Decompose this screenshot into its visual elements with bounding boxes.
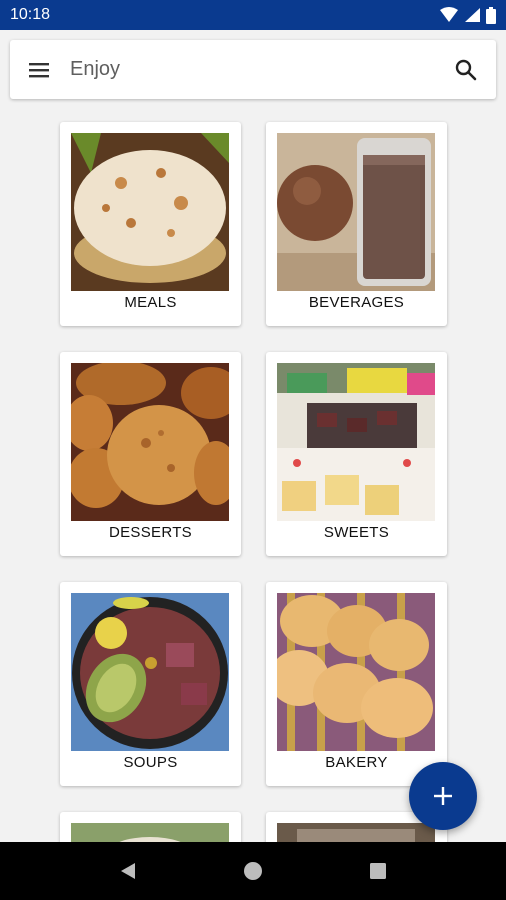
- meals-image: [71, 133, 229, 291]
- category-label: BAKERY: [325, 754, 388, 771]
- bakery-image: [277, 593, 435, 751]
- beverages-image: [277, 133, 435, 291]
- search-app-bar: Enjoy: [10, 40, 496, 99]
- category-card-soups[interactable]: SOUPS: [60, 582, 241, 786]
- category-label: MEALS: [124, 294, 177, 311]
- battery-icon: [486, 6, 496, 24]
- soups-image: [71, 593, 229, 751]
- category-card-bakery[interactable]: BAKERY: [266, 582, 447, 786]
- signal-icon: [465, 8, 480, 22]
- home-icon[interactable]: [243, 861, 263, 881]
- category-card-sweets[interactable]: SWEETS: [266, 352, 447, 556]
- category-label: SWEETS: [323, 524, 390, 541]
- status-icons: [440, 6, 496, 24]
- recents-icon[interactable]: [368, 861, 388, 881]
- category-card-beverages[interactable]: BEVERAGES: [266, 122, 447, 326]
- menu-icon[interactable]: [28, 61, 50, 79]
- add-button[interactable]: [409, 762, 477, 830]
- wifi-icon: [440, 7, 458, 22]
- back-icon[interactable]: [118, 861, 138, 881]
- sweets-image: [277, 363, 435, 521]
- desserts-image: [71, 363, 229, 521]
- category-label: SOUPS: [123, 754, 178, 771]
- status-time: 10:18: [10, 6, 51, 23]
- category-label: DESSERTS: [109, 524, 192, 541]
- search-icon[interactable]: [454, 58, 478, 82]
- system-nav-bar: [0, 842, 506, 900]
- add-icon: [434, 787, 452, 805]
- status-bar: 10:18: [0, 0, 506, 30]
- category-card-desserts[interactable]: DESSERTS: [60, 352, 241, 556]
- category-card-meals[interactable]: MEALS: [60, 122, 241, 326]
- category-label: BEVERAGES: [308, 294, 405, 311]
- app-title: Enjoy: [70, 58, 121, 80]
